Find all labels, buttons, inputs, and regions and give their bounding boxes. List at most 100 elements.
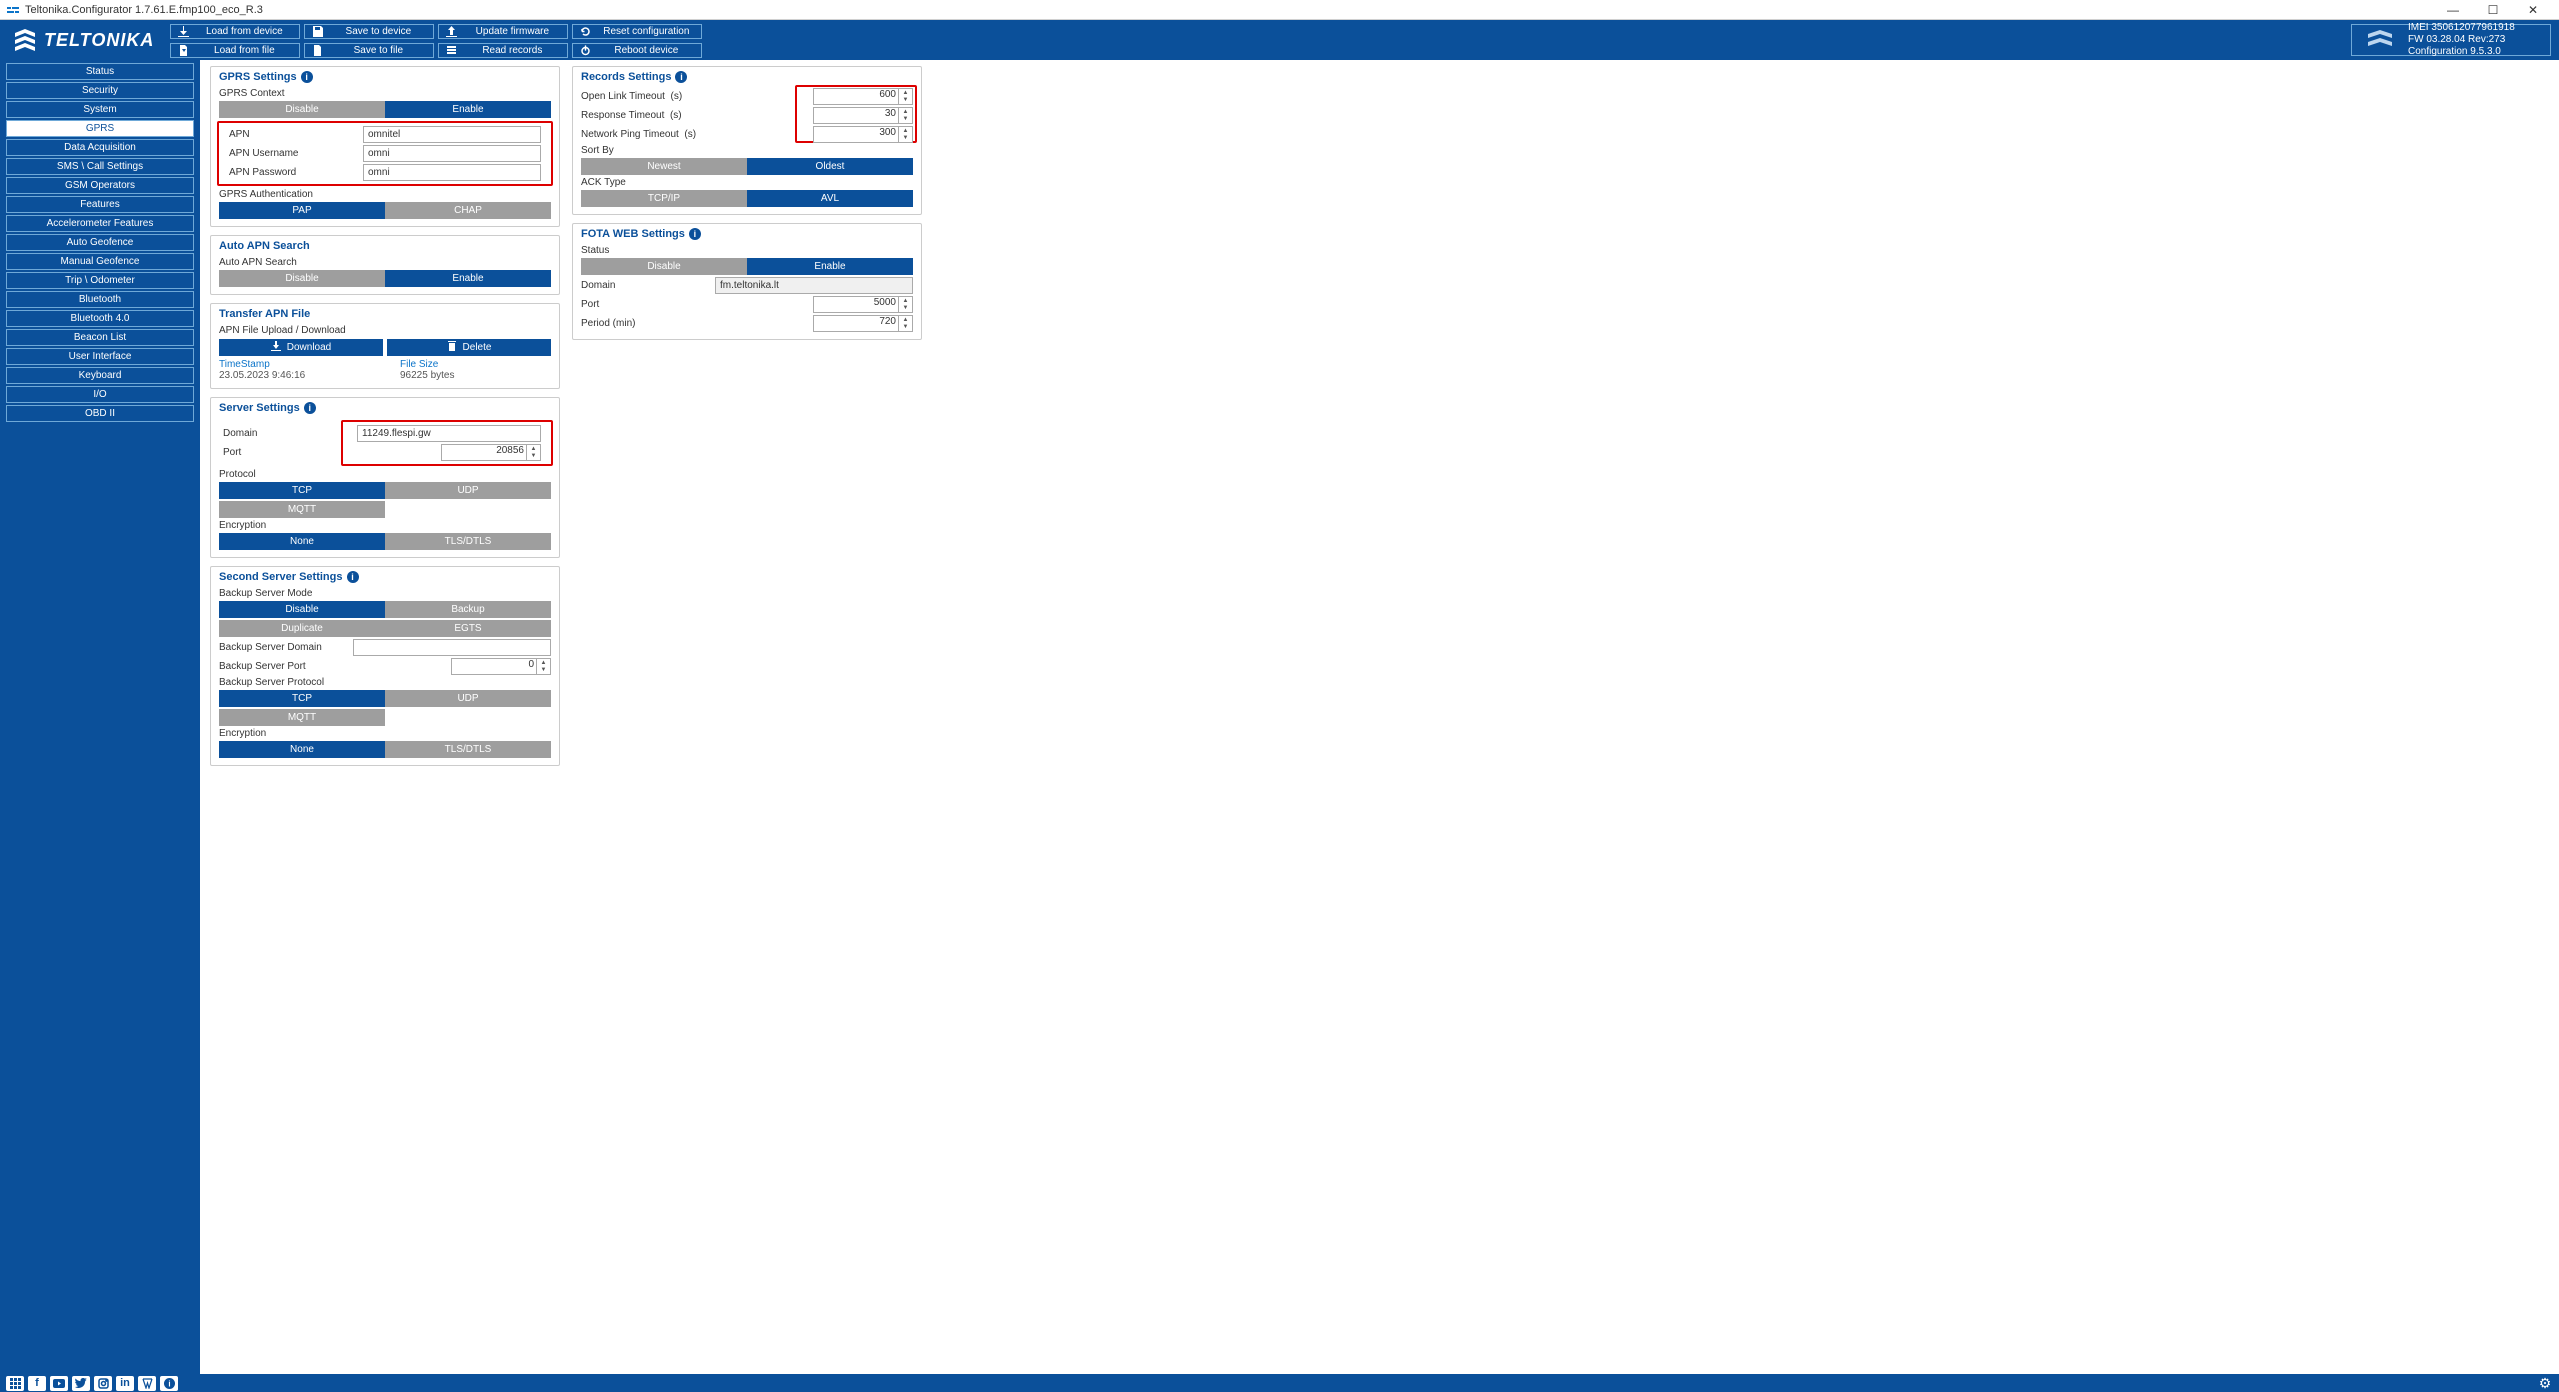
instagram-icon[interactable]: [94, 1376, 112, 1391]
reboot-device-button[interactable]: Reboot device: [572, 43, 702, 58]
info-icon[interactable]: i: [301, 71, 313, 83]
info-icon[interactable]: i: [347, 571, 359, 583]
bk-mqtt-button[interactable]: MQTT: [219, 709, 385, 726]
help-icon[interactable]: i: [160, 1376, 178, 1391]
maximize-button[interactable]: ☐: [2473, 0, 2513, 20]
sidebar-item-gsm-operators[interactable]: GSM Operators: [6, 177, 194, 194]
fota-period-input[interactable]: 720▲▼: [813, 315, 913, 332]
update-firmware-button[interactable]: Update firmware: [438, 24, 568, 39]
fota-disable-button[interactable]: Disable: [581, 258, 747, 275]
info-icon[interactable]: i: [304, 402, 316, 414]
bk-udp-button[interactable]: UDP: [385, 690, 551, 707]
sidebar-item-status[interactable]: Status: [6, 63, 194, 80]
bk-disable-button[interactable]: Disable: [219, 601, 385, 618]
sidebar-item-i-o[interactable]: I/O: [6, 386, 194, 403]
sidebar-item-trip-odometer[interactable]: Trip \ Odometer: [6, 272, 194, 289]
sidebar-item-auto-geofence[interactable]: Auto Geofence: [6, 234, 194, 251]
apn-pass-input[interactable]: [363, 164, 541, 181]
open-link-input[interactable]: 600▲▼: [813, 88, 913, 105]
apn-input[interactable]: [363, 126, 541, 143]
bk-domain-input[interactable]: [353, 639, 551, 656]
sidebar-item-keyboard[interactable]: Keyboard: [6, 367, 194, 384]
udp-button[interactable]: UDP: [385, 482, 551, 499]
spin-down-icon[interactable]: ▼: [527, 453, 540, 461]
youtube-icon[interactable]: [50, 1376, 68, 1391]
read-records-button[interactable]: Read records: [438, 43, 568, 58]
sidebar-item-beacon-list[interactable]: Beacon List: [6, 329, 194, 346]
enc-none-button[interactable]: None: [219, 533, 385, 550]
server-port-input[interactable]: 20856▲▼: [441, 444, 541, 461]
bk-duplicate-button[interactable]: Duplicate: [219, 620, 385, 637]
tcp-button[interactable]: TCP: [219, 482, 385, 499]
sidebar-item-data-acquisition[interactable]: Data Acquisition: [6, 139, 194, 156]
sidebar-item-security[interactable]: Security: [6, 82, 194, 99]
gprs-settings-title: GPRS Settings: [219, 71, 297, 83]
spin-down-icon[interactable]: ▼: [899, 305, 912, 313]
ping-input[interactable]: 300▲▼: [813, 126, 913, 143]
oldest-button[interactable]: Oldest: [747, 158, 913, 175]
autoapn-enable-button[interactable]: Enable: [385, 270, 551, 287]
minimize-button[interactable]: —: [2433, 0, 2473, 20]
spin-up-icon[interactable]: ▲: [899, 89, 912, 97]
sidebar-item-manual-geofence[interactable]: Manual Geofence: [6, 253, 194, 270]
bk-backup-button[interactable]: Backup: [385, 601, 551, 618]
autoapn-disable-button[interactable]: Disable: [219, 270, 385, 287]
apn-user-input[interactable]: [363, 145, 541, 162]
spin-up-icon[interactable]: ▲: [899, 127, 912, 135]
gprs-disable-button[interactable]: Disable: [219, 101, 385, 118]
spin-down-icon[interactable]: ▼: [537, 667, 550, 675]
save-to-file-button[interactable]: Save to file: [304, 43, 434, 58]
newest-button[interactable]: Newest: [581, 158, 747, 175]
spin-up-icon[interactable]: ▲: [537, 659, 550, 667]
spin-up-icon[interactable]: ▲: [899, 297, 912, 305]
sidebar-item-system[interactable]: System: [6, 101, 194, 118]
mqtt-button[interactable]: MQTT: [219, 501, 385, 518]
tcpip-button[interactable]: TCP/IP: [581, 190, 747, 207]
bk-tcp-button[interactable]: TCP: [219, 690, 385, 707]
chap-button[interactable]: CHAP: [385, 202, 551, 219]
save-to-device-button[interactable]: Save to device: [304, 24, 434, 39]
load-from-device-button[interactable]: Load from device: [170, 24, 300, 39]
spin-up-icon[interactable]: ▲: [899, 108, 912, 116]
sidebar-item-user-interface[interactable]: User Interface: [6, 348, 194, 365]
spin-up-icon[interactable]: ▲: [899, 316, 912, 324]
twitter-icon[interactable]: [72, 1376, 90, 1391]
sidebar-item-accelerometer-features[interactable]: Accelerometer Features: [6, 215, 194, 232]
server-title: Server Settings: [219, 402, 300, 414]
sidebar-item-sms-call-settings[interactable]: SMS \ Call Settings: [6, 158, 194, 175]
grid-icon[interactable]: [6, 1376, 24, 1391]
sidebar-item-features[interactable]: Features: [6, 196, 194, 213]
gprs-enable-button[interactable]: Enable: [385, 101, 551, 118]
wiki-icon[interactable]: [138, 1376, 156, 1391]
reset-config-button[interactable]: Reset configuration: [572, 24, 702, 39]
fota-port-input[interactable]: 5000▲▼: [813, 296, 913, 313]
spin-down-icon[interactable]: ▼: [899, 97, 912, 105]
close-button[interactable]: ✕: [2513, 0, 2553, 20]
bk-egts-button[interactable]: EGTS: [385, 620, 551, 637]
facebook-icon[interactable]: f: [28, 1376, 46, 1391]
bk-none-button[interactable]: None: [219, 741, 385, 758]
sidebar-item-gprs[interactable]: GPRS: [6, 120, 194, 137]
resp-input[interactable]: 30▲▼: [813, 107, 913, 124]
spin-down-icon[interactable]: ▼: [899, 324, 912, 332]
info-icon[interactable]: i: [689, 228, 701, 240]
delete-button[interactable]: Delete: [387, 339, 551, 356]
server-domain-input[interactable]: [357, 425, 541, 442]
sidebar-item-obd-ii[interactable]: OBD II: [6, 405, 194, 422]
pap-button[interactable]: PAP: [219, 202, 385, 219]
bk-port-input[interactable]: 0▲▼: [451, 658, 551, 675]
spin-down-icon[interactable]: ▼: [899, 135, 912, 143]
avl-button[interactable]: AVL: [747, 190, 913, 207]
settings-gear-icon[interactable]: ⚙: [2537, 1375, 2553, 1391]
sidebar-item-bluetooth[interactable]: Bluetooth: [6, 291, 194, 308]
download-button[interactable]: Download: [219, 339, 383, 356]
sidebar-item-bluetooth-4-0[interactable]: Bluetooth 4.0: [6, 310, 194, 327]
enc-tls-button[interactable]: TLS/DTLS: [385, 533, 551, 550]
spin-up-icon[interactable]: ▲: [527, 445, 540, 453]
linkedin-icon[interactable]: in: [116, 1376, 134, 1391]
spin-down-icon[interactable]: ▼: [899, 116, 912, 124]
fota-enable-button[interactable]: Enable: [747, 258, 913, 275]
bk-tls-button[interactable]: TLS/DTLS: [385, 741, 551, 758]
load-from-file-button[interactable]: Load from file: [170, 43, 300, 58]
info-icon[interactable]: i: [675, 71, 687, 83]
